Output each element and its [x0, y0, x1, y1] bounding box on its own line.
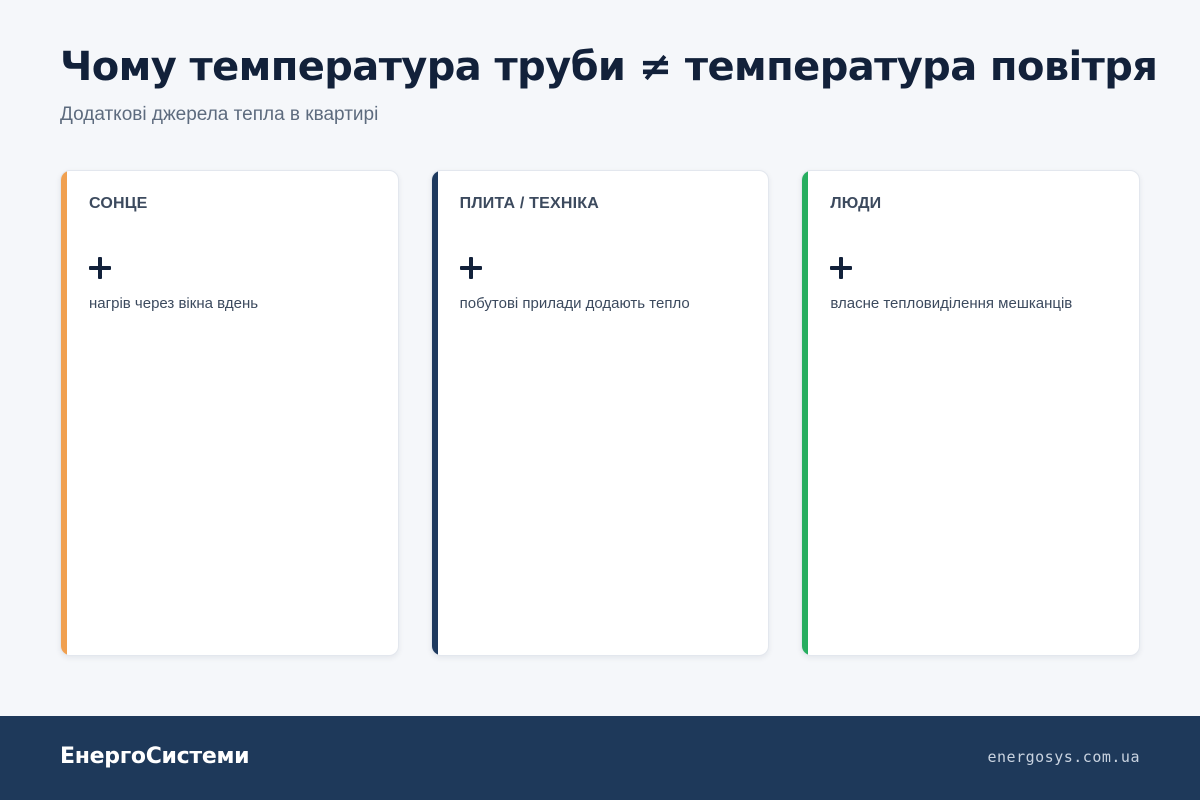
card-title: ЛЮДИ	[830, 195, 882, 212]
card-appliances: ПЛИТА / ТЕХНІКА побутові прилади додають…	[430, 170, 770, 656]
card-sun: СОНЦЕ нагрів через вікна вдень	[60, 170, 399, 656]
heat-source-cards: СОНЦЕ нагрів через вікна вдень ПЛИТА / Т…	[60, 170, 1141, 656]
card-description: побутові прилади додають тепло	[459, 295, 690, 312]
card-accent-bar	[802, 171, 809, 655]
card-description: власне тепловиділення мешканців	[830, 295, 1073, 312]
plus-icon	[830, 257, 853, 279]
card-people: ЛЮДИ власне тепловиділення мешканців	[801, 170, 1141, 656]
card-title: СОНЦЕ	[89, 195, 148, 212]
brand-logo: ЕнергоСистеми	[60, 744, 250, 769]
page-title: Чому температура труби ≠ температура пов…	[60, 44, 1158, 90]
plus-icon	[459, 257, 482, 279]
page-subtitle: Додаткові джерела тепла в квартирі	[60, 104, 379, 125]
card-accent-bar	[431, 171, 438, 655]
card-accent-bar	[61, 171, 67, 655]
plus-icon	[89, 257, 111, 279]
footer: ЕнергоСистеми energosys.com.ua	[0, 716, 1200, 800]
card-title: ПЛИТА / ТЕХНІКА	[459, 195, 599, 212]
card-description: нагрів через вікна вдень	[89, 295, 259, 312]
site-url: energosys.com.ua	[987, 748, 1140, 766]
header: Чому температура труби ≠ температура пов…	[60, 40, 1160, 126]
